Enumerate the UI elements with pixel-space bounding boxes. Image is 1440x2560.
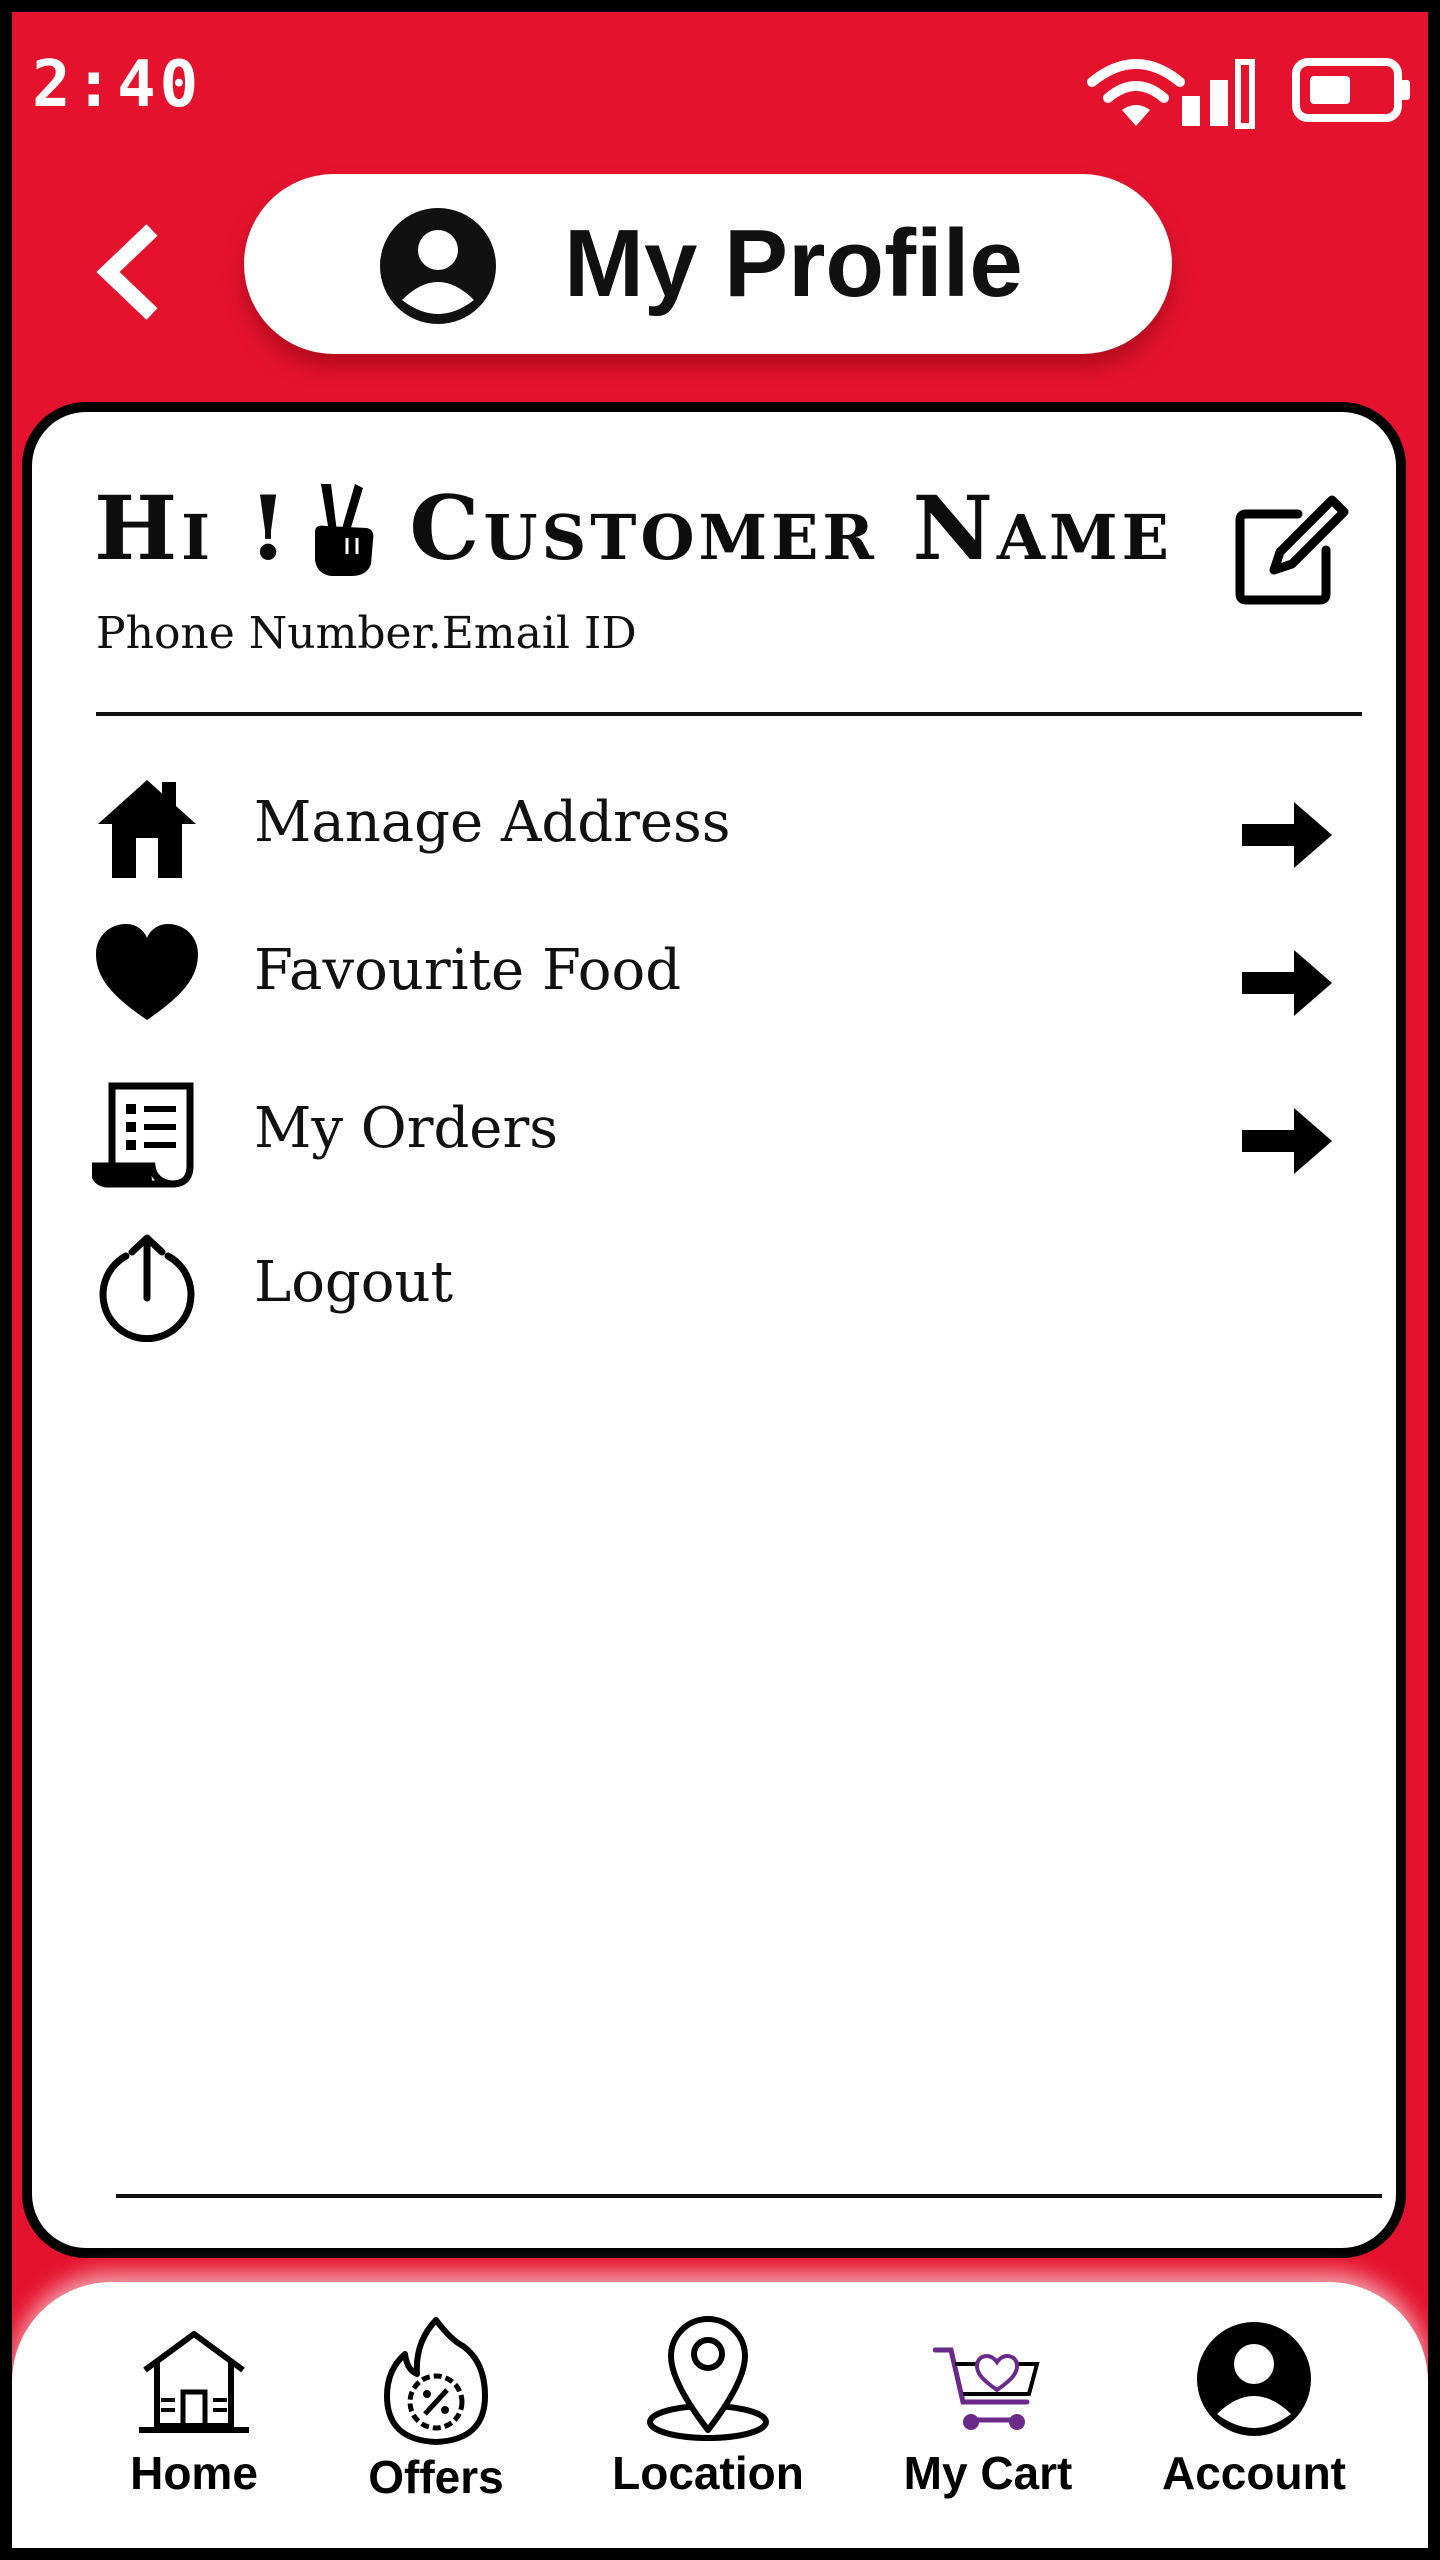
profile-screen: 2:40 My Profile Hi ! Customer Name Phone… bbox=[12, 12, 1428, 2548]
home-icon bbox=[98, 780, 196, 878]
chevron-left-icon bbox=[96, 224, 158, 320]
arrow-right-icon bbox=[1242, 1108, 1332, 1174]
customer-name: Customer Name bbox=[409, 476, 1173, 580]
menu-item-label: Logout bbox=[254, 1250, 454, 1315]
contact-info: Phone Number.Email ID bbox=[96, 608, 637, 659]
account-icon bbox=[1197, 2322, 1311, 2436]
greeting-prefix: Hi ! bbox=[94, 476, 292, 580]
arrow-right-icon bbox=[1242, 802, 1332, 868]
nav-home[interactable]: Home bbox=[74, 2282, 314, 2548]
nav-label: Home bbox=[130, 2447, 258, 2499]
offers-icon bbox=[384, 2317, 488, 2445]
receipt-icon bbox=[92, 1082, 194, 1188]
menu-item-manage-address[interactable]: Manage Address bbox=[92, 762, 1352, 882]
title-pill: My Profile bbox=[244, 174, 1172, 354]
wifi-icon bbox=[1087, 59, 1185, 126]
battery-icon bbox=[1292, 58, 1410, 122]
nav-offers[interactable]: Offers bbox=[316, 2282, 556, 2548]
status-icons bbox=[1086, 52, 1416, 132]
nav-location[interactable]: Location bbox=[588, 2282, 828, 2548]
cart-icon bbox=[933, 2347, 1040, 2430]
arrow-right-icon bbox=[1242, 950, 1332, 1016]
home-outline-icon bbox=[139, 2331, 249, 2433]
menu-item-label: My Orders bbox=[254, 1096, 558, 1161]
page-title: My Profile bbox=[564, 210, 1023, 317]
edit-icon[interactable] bbox=[1232, 490, 1352, 610]
menu-item-favourite-food[interactable]: Favourite Food bbox=[92, 910, 1352, 1030]
status-time: 2:40 bbox=[32, 48, 203, 122]
nav-label: Offers bbox=[368, 2451, 504, 2503]
back-button[interactable] bbox=[84, 212, 174, 332]
menu-item-label: Favourite Food bbox=[254, 938, 682, 1003]
divider bbox=[96, 712, 1362, 716]
menu-item-my-orders[interactable]: My Orders bbox=[92, 1068, 1352, 1188]
greeting: Hi ! Customer Name bbox=[94, 476, 1173, 580]
divider bbox=[116, 2194, 1382, 2198]
profile-card: Hi ! Customer Name Phone Number.Email ID… bbox=[22, 402, 1406, 2258]
menu-item-label: Manage Address bbox=[254, 790, 731, 855]
nav-label: Account bbox=[1162, 2447, 1346, 2499]
logout-icon bbox=[99, 1234, 195, 1342]
menu-item-logout[interactable]: Logout bbox=[92, 1222, 1352, 1342]
bottom-nav: Home Offers Location My Cart Account bbox=[12, 2282, 1428, 2548]
heart-icon bbox=[96, 924, 198, 1020]
signal-icon bbox=[1182, 59, 1255, 129]
nav-label: My Cart bbox=[903, 2447, 1073, 2499]
victory-hand-icon bbox=[315, 484, 374, 576]
location-pin-icon bbox=[647, 2316, 769, 2441]
nav-account[interactable]: Account bbox=[1134, 2282, 1374, 2548]
user-circle-icon bbox=[380, 208, 496, 324]
nav-my-cart[interactable]: My Cart bbox=[868, 2282, 1108, 2548]
nav-label: Location bbox=[612, 2447, 804, 2499]
